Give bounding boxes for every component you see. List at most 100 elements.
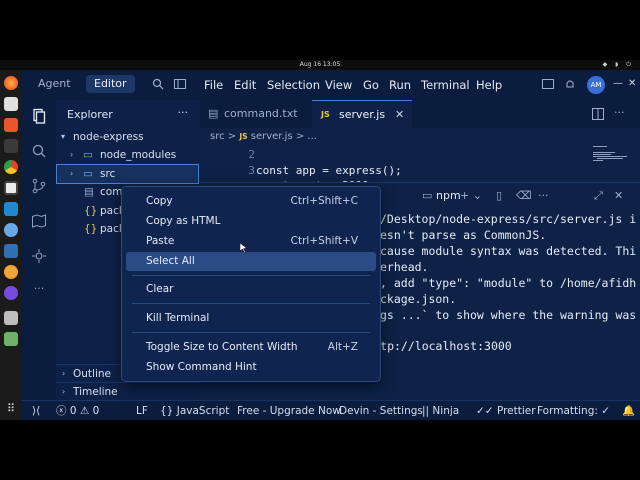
upgrade-link[interactable]: Free - Upgrade Now: [237, 401, 341, 420]
search-icon[interactable]: [152, 78, 164, 90]
terminal-line: ckage.json.: [380, 292, 457, 306]
prettier-indicator[interactable]: ✓✓ Prettier: [476, 401, 536, 420]
folder-icon: ▭: [83, 168, 93, 180]
menu-terminal[interactable]: Terminal: [421, 70, 470, 100]
chevron-right-icon: ›: [62, 369, 66, 378]
tab-server-js[interactable]: JS server.js ✕: [312, 100, 412, 128]
search-sidebar-icon[interactable]: [31, 143, 47, 159]
file-icon: ▤: [84, 186, 94, 198]
editor-toggle[interactable]: Editor: [86, 75, 135, 93]
breadcrumb-rest[interactable]: > ...: [296, 131, 317, 142]
tree-root[interactable]: ▾ node-express: [56, 128, 200, 146]
tree-item-node-modules[interactable]: › ▭ node_modules: [56, 146, 200, 164]
customize-layout-icon[interactable]: [542, 78, 554, 90]
menu-item-copy-as-html[interactable]: Copy as HTML: [126, 212, 376, 231]
new-terminal-icon[interactable]: + ⌄: [460, 189, 482, 202]
formatting-indicator[interactable]: Formatting: ✓: [537, 401, 610, 420]
firefox-icon[interactable]: [4, 76, 18, 90]
close-panel-icon[interactable]: ✕: [614, 189, 623, 202]
menu-help[interactable]: Help: [476, 70, 502, 100]
close-window-icon[interactable]: ✕: [628, 78, 636, 89]
timeline-section[interactable]: › Timeline: [56, 382, 200, 400]
menu-item-copy[interactable]: Copy Ctrl+Shift+C: [126, 192, 376, 211]
code-line[interactable]: const app = express();: [256, 164, 402, 177]
tree-item-label: com: [100, 186, 123, 198]
warning-icon: ⚠: [79, 405, 90, 417]
layout-sidebar-icon[interactable]: [174, 78, 186, 90]
explorer-title: Explorer: [67, 108, 113, 121]
folder-icon: ▭: [83, 149, 93, 161]
menu-item-clear[interactable]: Clear: [126, 280, 376, 299]
devin-settings[interactable]: Devin - Settings: [339, 401, 423, 420]
more-actions-icon[interactable]: ···: [614, 106, 625, 119]
menu-item-label: Select All: [146, 255, 195, 267]
menu-item-kill-terminal[interactable]: Kill Terminal: [126, 309, 376, 328]
menu-file[interactable]: File: [204, 70, 223, 100]
ninja-indicator[interactable]: || Ninja: [422, 401, 459, 420]
menu-item-show-command-hint[interactable]: Show Command Hint: [126, 358, 376, 377]
minimize-icon[interactable]: —: [613, 78, 623, 89]
drive-icon[interactable]: [4, 311, 18, 325]
show-apps-icon[interactable]: ⠿: [5, 403, 17, 415]
remote-icon[interactable]: ⟩⟨: [32, 401, 40, 420]
trash-icon[interactable]: [4, 332, 18, 346]
menu-go[interactable]: Go: [363, 70, 379, 100]
error-icon: ⓧ: [56, 405, 67, 417]
split-editor-icon[interactable]: [592, 108, 604, 120]
terminal-more-icon[interactable]: ···: [538, 189, 549, 202]
menu-item-select-all[interactable]: Select All: [126, 252, 376, 271]
tree-item-src[interactable]: › ▭ src: [56, 164, 199, 184]
agent-toggle[interactable]: Agent: [30, 75, 79, 93]
menu-separator: [132, 275, 370, 276]
notifications-icon[interactable]: [564, 78, 576, 90]
menu-item-toggle-size[interactable]: Toggle Size to Content Width Alt+Z: [126, 338, 376, 357]
map-icon[interactable]: [31, 213, 47, 229]
minimap[interactable]: [593, 144, 633, 184]
language-mode[interactable]: {} JavaScript: [160, 401, 229, 420]
docker-icon[interactable]: [4, 223, 18, 237]
chrome-icon[interactable]: [4, 160, 18, 174]
source-control-icon[interactable]: [31, 178, 47, 194]
prettier-label: Prettier: [496, 405, 536, 417]
menu-item-paste[interactable]: Paste Ctrl+Shift+V: [126, 232, 376, 251]
terminal-line: erhead.: [380, 260, 429, 274]
terminal-shell-label[interactable]: npm: [436, 189, 461, 202]
tab-command-txt[interactable]: ▤ command.txt: [200, 100, 312, 128]
mouse-cursor-icon: [240, 243, 248, 253]
settings-app-icon[interactable]: [4, 181, 18, 195]
appstore-icon[interactable]: [4, 118, 18, 132]
menu-item-label: Toggle Size to Content Width: [146, 341, 298, 353]
database-icon[interactable]: [4, 244, 18, 258]
vscode-icon[interactable]: [4, 202, 18, 216]
breadcrumb-folder[interactable]: src: [210, 131, 225, 142]
os-dock: ⠿: [0, 70, 22, 420]
app-purple-icon[interactable]: [4, 286, 18, 300]
extensions-icon[interactable]: [31, 248, 47, 264]
os-tray-icons[interactable]: ◆ ◗ ⏻: [603, 60, 634, 70]
ninja-label: Ninja: [432, 405, 460, 417]
ubuntu-icon[interactable]: [4, 265, 18, 279]
close-tab-icon[interactable]: ✕: [395, 101, 404, 129]
menu-selection[interactable]: Selection: [267, 70, 320, 100]
os-clock[interactable]: Aug 16 13:05: [0, 60, 640, 70]
menu-edit[interactable]: Edit: [234, 70, 256, 100]
notifications-bell-icon[interactable]: 🔔: [622, 401, 635, 420]
breadcrumb-file[interactable]: server.js: [251, 131, 293, 142]
more-icon[interactable]: ···: [31, 282, 47, 298]
outline-label: Outline: [73, 368, 111, 380]
explorer-icon[interactable]: [31, 108, 47, 124]
terminal-app-icon[interactable]: [4, 139, 18, 153]
menu-run[interactable]: Run: [389, 70, 411, 100]
eol-indicator[interactable]: LF: [136, 401, 148, 420]
tree-item-label: src: [100, 168, 116, 180]
kill-terminal-icon[interactable]: ⌫: [516, 189, 532, 202]
split-terminal-icon[interactable]: ▯: [496, 189, 502, 202]
menu-view[interactable]: View: [325, 70, 352, 100]
maximize-panel-icon[interactable]: ⤢: [594, 189, 603, 203]
problems-indicator[interactable]: ⓧ 0 ⚠ 0: [56, 401, 99, 420]
avatar[interactable]: AM: [587, 76, 605, 94]
files-icon[interactable]: [4, 97, 18, 111]
explorer-more-icon[interactable]: ···: [178, 106, 189, 119]
menu-item-label: Show Command Hint: [146, 361, 257, 373]
tree-root-label: node-express: [73, 131, 144, 143]
